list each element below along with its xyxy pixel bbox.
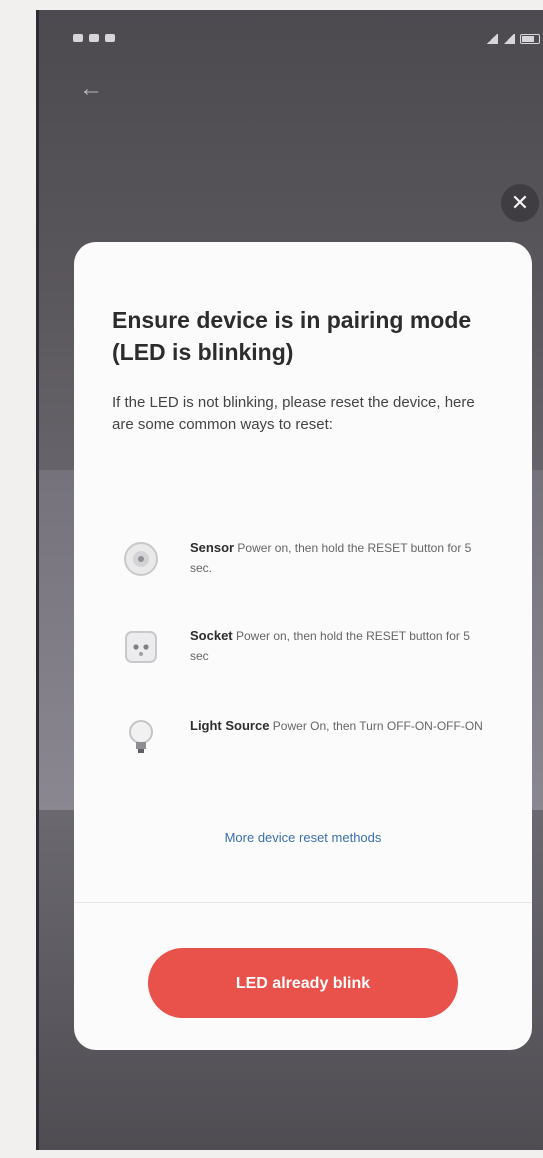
notification-icon xyxy=(105,34,115,42)
wifi-icon xyxy=(486,34,498,44)
status-right-icons xyxy=(486,34,540,44)
notification-icon xyxy=(89,34,99,42)
status-left-icons xyxy=(73,34,115,42)
reset-method-sensor: Sensor Power on, then hold the RESET but… xyxy=(114,538,494,598)
back-arrow-icon[interactable]: ← xyxy=(79,76,105,102)
divider xyxy=(74,902,532,903)
status-bar xyxy=(39,32,543,54)
led-already-blink-button[interactable]: LED already blink xyxy=(148,948,458,1018)
method-name: Socket xyxy=(190,628,233,643)
method-description: Power On, then Turn OFF-ON-OFF-ON xyxy=(272,719,483,733)
socket-icon xyxy=(125,631,157,663)
signal-icon xyxy=(503,34,515,44)
close-button[interactable]: ✕ xyxy=(501,184,539,222)
reset-method-socket: Socket Power on, then hold the RESET but… xyxy=(114,626,494,686)
method-text: Light Source Power On, then Turn OFF-ON-… xyxy=(190,716,490,736)
reset-method-light: Light Source Power On, then Turn OFF-ON-… xyxy=(114,716,494,776)
dialog-title: Ensure device is in pairing mode (LED is… xyxy=(112,307,472,365)
method-name: Sensor xyxy=(190,540,235,555)
sensor-icon xyxy=(124,542,158,576)
pairing-dialog: Ensure device is in pairing mode (LED is… xyxy=(74,242,532,1050)
method-text: Sensor Power on, then hold the RESET but… xyxy=(190,538,490,578)
bulb-icon xyxy=(129,720,153,753)
more-reset-methods-link[interactable]: More device reset methods xyxy=(74,830,532,845)
notification-icon xyxy=(73,34,83,42)
battery-icon xyxy=(520,34,540,44)
dialog-description: If the LED is not blinking, please reset… xyxy=(112,394,475,433)
method-name: Light Source xyxy=(190,718,270,733)
method-text: Socket Power on, then hold the RESET but… xyxy=(190,626,490,666)
close-icon: ✕ xyxy=(510,190,530,215)
